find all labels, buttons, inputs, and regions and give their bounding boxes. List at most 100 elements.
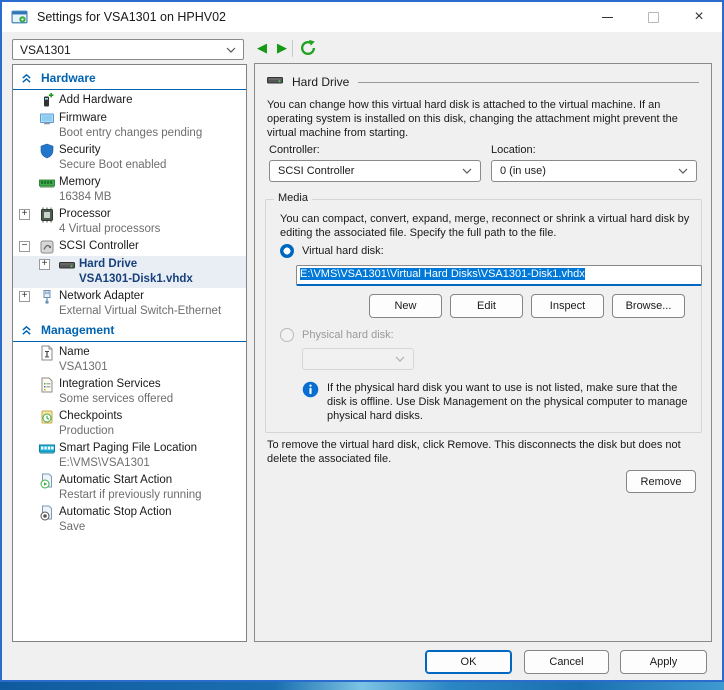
item-status: 4 Virtual processors [59, 223, 161, 235]
chevron-down-icon [678, 168, 688, 174]
hard-drive-icon [59, 257, 75, 273]
automatic-start-icon [39, 473, 55, 489]
collapse-icon[interactable]: − [19, 241, 30, 252]
minimize-button[interactable] [584, 2, 630, 32]
virtual-disk-path-input[interactable]: E:\VMS\VSA1301\Virtual Hard Disks\VSA130… [296, 265, 702, 286]
sidebar-item-security[interactable]: Security Secure Boot enabled [13, 142, 246, 174]
expand-icon[interactable]: + [19, 209, 30, 220]
sidebar-item-smart-paging[interactable]: Smart Paging File Location E:\VMS\VSA130… [13, 440, 246, 472]
scsi-controller-icon [39, 239, 55, 255]
close-button[interactable]: × [676, 2, 722, 32]
item-status: Boot entry changes pending [59, 127, 203, 139]
media-groupbox: Media You can compact, convert, expand, … [265, 192, 702, 433]
item-label: Integration Services [59, 378, 161, 390]
window-title: Settings for VSA1301 on HPHV02 [37, 10, 227, 24]
vm-selector[interactable]: VSA1301 [12, 39, 244, 60]
pane-intro-text: You can change how this virtual hard dis… [267, 99, 678, 139]
sidebar-item-memory[interactable]: Memory 16384 MB [13, 174, 246, 206]
item-label: Memory [59, 176, 101, 188]
controller-label: Controller: [269, 144, 320, 156]
refresh-button[interactable] [299, 39, 317, 57]
integration-services-icon [39, 377, 55, 393]
sidebar-item-automatic-stop[interactable]: Automatic Stop Action Save [13, 504, 246, 536]
edit-button[interactable]: Edit [450, 294, 523, 318]
item-status: E:\VMS\VSA1301 [59, 457, 150, 469]
add-hardware-icon [39, 93, 55, 109]
item-status: VSA1301 [59, 361, 108, 373]
ok-button[interactable]: OK [425, 650, 512, 674]
forward-icon: ▶ [277, 40, 287, 55]
back-icon: ◀ [257, 40, 267, 55]
item-status: Production [59, 425, 114, 437]
physical-hard-disk-radio: Physical hard disk: [280, 328, 394, 342]
memory-icon [39, 175, 55, 191]
location-select-value: 0 (in use) [500, 165, 546, 177]
sidebar-item-add-hardware[interactable]: Add Hardware [13, 92, 246, 110]
section-management[interactable]: Management [13, 320, 246, 342]
sidebar-item-firmware[interactable]: Firmware Boot entry changes pending [13, 110, 246, 142]
media-group-title: Media [274, 192, 312, 204]
browse-button[interactable]: Browse... [612, 294, 685, 318]
sidebar-item-automatic-start[interactable]: Automatic Start Action Restart if previo… [13, 472, 246, 504]
vm-selector-value: VSA1301 [20, 42, 71, 57]
item-label: Name [59, 346, 90, 358]
item-label: Hard Drive [79, 258, 138, 270]
sidebar-item-checkpoints[interactable]: Checkpoints Production [13, 408, 246, 440]
remove-button[interactable]: Remove [626, 470, 696, 493]
info-icon [302, 381, 319, 398]
virtual-hard-disk-label: Virtual hard disk: [302, 245, 384, 257]
item-status: VSA1301-Disk1.vhdx [79, 273, 193, 285]
controller-select-value: SCSI Controller [278, 165, 355, 177]
navigate-forward-button[interactable]: ▶ [274, 38, 290, 58]
collapse-section-icon [22, 325, 31, 335]
item-status: Save [59, 521, 86, 533]
item-status: External Virtual Switch-Ethernet [59, 305, 222, 317]
sidebar-item-processor[interactable]: + Processor 4 Virtual processors [13, 206, 246, 238]
maximize-button [630, 2, 676, 32]
sidebar-item-hard-drive[interactable]: + Hard Drive VSA1301-Disk1.vhdx [13, 256, 246, 288]
item-label: Automatic Start Action [59, 474, 173, 486]
chevron-down-icon [462, 168, 472, 174]
inspect-button[interactable]: Inspect [531, 294, 604, 318]
item-label: Firmware [59, 112, 107, 124]
settings-window: Settings for VSA1301 on HPHV02 × VSA1301… [0, 0, 724, 682]
minimize-icon [601, 16, 613, 18]
item-label: Network Adapter [59, 290, 145, 302]
apply-button[interactable]: Apply [620, 650, 707, 674]
toolbar-separator [292, 40, 293, 57]
name-icon [39, 345, 55, 361]
expand-icon[interactable]: + [39, 259, 50, 270]
sidebar-item-network-adapter[interactable]: + Network Adapter External Virtual Switc… [13, 288, 246, 320]
shield-icon [39, 143, 55, 159]
expand-icon[interactable]: + [19, 291, 30, 302]
virtual-hard-disk-radio[interactable]: Virtual hard disk: [280, 244, 384, 258]
item-status: Restart if previously running [59, 489, 202, 501]
sidebar-item-integration-services[interactable]: Integration Services Some services offer… [13, 376, 246, 408]
item-label: SCSI Controller [59, 240, 139, 252]
controller-select[interactable]: SCSI Controller [269, 160, 481, 182]
item-label: Add Hardware [59, 94, 133, 106]
new-button[interactable]: New [369, 294, 442, 318]
radio-disabled-icon [280, 328, 294, 342]
processor-icon [39, 207, 55, 223]
hard-drive-settings-pane: Hard Drive You can change how this virtu… [254, 63, 712, 642]
checkpoints-icon [39, 409, 55, 425]
close-icon: × [694, 8, 704, 25]
sidebar-item-scsi-controller[interactable]: − SCSI Controller [13, 238, 246, 256]
firmware-icon [39, 111, 55, 127]
item-label: Smart Paging File Location [59, 442, 198, 454]
navigate-back-button[interactable]: ◀ [254, 38, 270, 58]
section-management-label: Management [41, 323, 115, 337]
media-intro-text: You can compact, convert, expand, merge,… [280, 213, 690, 239]
refresh-icon [301, 39, 316, 56]
settings-tree: Hardware Add Hardware Firmware Boot entr… [12, 64, 247, 642]
sidebar-item-name[interactable]: Name VSA1301 [13, 344, 246, 376]
section-hardware[interactable]: Hardware [13, 68, 246, 90]
network-adapter-icon [39, 289, 55, 305]
item-label: Checkpoints [59, 410, 123, 422]
cancel-button[interactable]: Cancel [524, 650, 609, 674]
item-status: 16384 MB [59, 191, 112, 203]
location-select[interactable]: 0 (in use) [491, 160, 697, 182]
automatic-stop-icon [39, 505, 55, 521]
physical-disk-select [302, 348, 414, 370]
